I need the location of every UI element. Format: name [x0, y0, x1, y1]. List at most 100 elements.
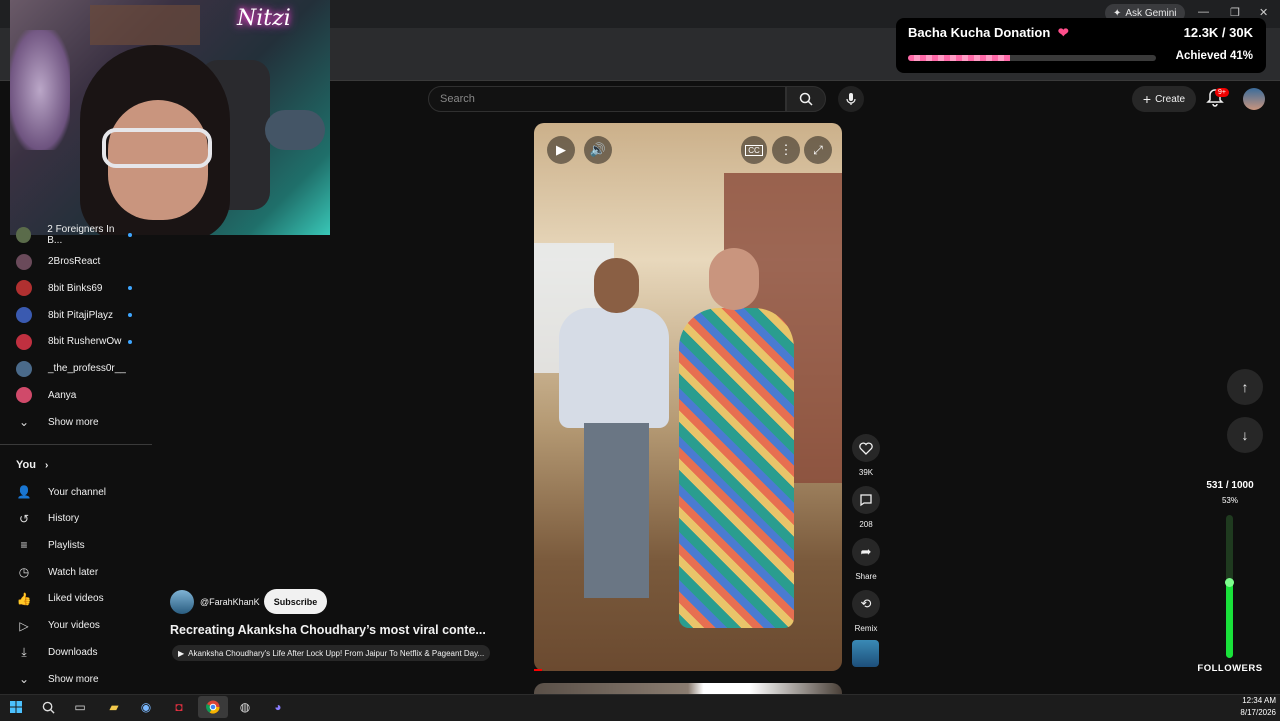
subscription-item[interactable]: 8bit Binks69 [0, 275, 152, 301]
subscription-label: 2 Foreigners In B... [47, 224, 115, 246]
chevron-down-icon: ⌄ [18, 415, 30, 429]
subscription-item[interactable]: Aanya [0, 382, 152, 408]
related-video-link[interactable]: ▶ Akanksha Choudhary's Life After Lock U… [172, 645, 490, 661]
fullscreen-button[interactable]: ⤢ [804, 136, 832, 164]
donation-progress-track [908, 55, 1156, 61]
thumbs-up-icon: 👍 [16, 591, 32, 606]
donation-title-text: Bacha Kucha Donation [908, 25, 1051, 40]
previous-short-button[interactable]: ↑ [1227, 369, 1263, 405]
subscription-item[interactable]: 8bit RusherwOw [0, 329, 152, 355]
gemini-icon: ✦ [1113, 7, 1122, 19]
volume-button[interactable]: 🔊 [584, 136, 612, 164]
like-button[interactable] [852, 434, 880, 462]
new-content-dot [128, 313, 132, 318]
donation-achieved: Achieved 41% [1175, 50, 1253, 62]
search-icon [799, 92, 813, 106]
volume-icon: 🔊 [589, 142, 607, 157]
channel-handle[interactable]: @FarahKhanK [200, 597, 260, 607]
you-item-your-channel[interactable]: 👤 Your channel [0, 479, 152, 505]
comment-count: 208 [859, 520, 873, 529]
ask-gemini-label: Ask Gemini [1125, 7, 1177, 19]
obs-icon[interactable]: ◍ [234, 697, 256, 717]
search-input[interactable]: Search [428, 86, 786, 112]
search-icon[interactable] [37, 697, 59, 717]
file-explorer-icon[interactable]: ▰ [103, 697, 125, 717]
you-item-your-videos[interactable]: ▷ Your videos [0, 613, 152, 639]
you-section-heading[interactable]: You › [16, 459, 48, 471]
short-video-player[interactable] [534, 123, 842, 671]
app-red-icon[interactable]: ◘ [168, 697, 190, 717]
video-progress-bar[interactable] [534, 669, 542, 671]
captions-button[interactable]: CC [741, 136, 767, 164]
next-short-button[interactable]: ↓ [1227, 417, 1263, 453]
subscription-label: 2BrosReact [48, 256, 101, 268]
channel-avatar [16, 307, 32, 324]
channel-avatar[interactable] [170, 590, 194, 614]
video-title: Recreating Akanksha Choudhary’s most vir… [170, 623, 486, 637]
chrome-icon[interactable] [202, 697, 224, 717]
kebab-menu-icon: ⋮ [779, 142, 793, 157]
windows-start-icon[interactable] [5, 697, 27, 717]
channel-avatar [16, 333, 32, 350]
donation-amount: 12.3K / 30K [1183, 25, 1253, 40]
play-icon: ▶ [178, 648, 185, 658]
followers-progress-fill [1226, 582, 1233, 658]
channel-avatar [16, 227, 32, 243]
heart-icon: ❤ [1057, 25, 1069, 40]
subscription-item[interactable]: 8bit PitajiPlayz [0, 302, 152, 328]
you-item-label: History [48, 513, 80, 525]
subscription-item[interactable]: _the_profess0r__ [0, 356, 152, 382]
you-item-label: Your channel [48, 486, 107, 498]
share-button[interactable]: ➦ [852, 538, 880, 566]
you-item-downloads[interactable]: ⤓ Downloads [0, 639, 152, 665]
user-avatar[interactable] [1243, 88, 1265, 110]
share-label: Share [855, 572, 877, 581]
donation-title: Bacha Kucha Donation ❤ [908, 25, 1069, 41]
comment-icon [860, 494, 872, 507]
heart-icon [859, 441, 873, 455]
channel-avatar [16, 360, 32, 377]
you-item-watch-later[interactable]: ◷ Watch later [0, 559, 152, 585]
subscription-label: _the_profess0r__ [48, 363, 126, 374]
create-button[interactable]: + Create [1132, 86, 1196, 112]
show-more-you-button[interactable]: ⌄ Show more [0, 666, 152, 692]
sound-thumbnail[interactable] [852, 640, 879, 667]
video-icon: ▷ [19, 618, 29, 633]
discord-icon[interactable]: ◕ [267, 697, 289, 717]
windows-taskbar [0, 694, 1280, 721]
you-item-liked-videos[interactable]: 👍 Liked videos [0, 586, 152, 612]
you-item-history[interactable]: ↺ History [0, 506, 152, 532]
followers-label: FOLLOWERS [1197, 663, 1263, 674]
expand-icon: ⤢ [813, 142, 823, 157]
subscribe-button[interactable]: Subscribe [264, 589, 327, 614]
remix-button[interactable]: ⟲ [852, 590, 880, 618]
search-button[interactable] [786, 86, 826, 112]
taskbar-date: 8/17/2026 [1240, 708, 1276, 717]
related-video-title: Akanksha Choudhary's Life After Lock Upp… [188, 648, 485, 658]
show-more-label: Show more [48, 416, 99, 428]
minimize-icon[interactable]: — [1198, 6, 1209, 18]
steam-icon[interactable]: ◉ [135, 697, 157, 717]
play-icon: ▶ [556, 142, 566, 157]
you-item-playlists[interactable]: ≡ Playlists [0, 532, 152, 558]
plus-icon: + [1142, 91, 1152, 107]
subscription-item[interactable]: 2 Foreigners In B... [0, 222, 152, 248]
voice-search-button[interactable] [838, 86, 864, 112]
subscription-label: 8bit Binks69 [48, 282, 103, 294]
arrow-up-icon: ↑ [1241, 379, 1249, 395]
microphone-icon [846, 93, 856, 105]
you-item-label: Liked videos [48, 593, 104, 605]
show-more-label: Show more [48, 673, 99, 685]
close-icon[interactable]: ✕ [1259, 6, 1268, 19]
show-more-subscriptions-button[interactable]: ⌄ Show more [0, 409, 152, 435]
comments-button[interactable] [852, 486, 880, 514]
chevron-down-icon: ⌄ [18, 672, 30, 686]
channel-avatar [16, 253, 32, 270]
play-button[interactable]: ▶ [547, 136, 575, 164]
more-options-button[interactable]: ⋮ [772, 136, 800, 164]
create-label: Create [1155, 93, 1186, 105]
subscription-item[interactable]: 2BrosReact [0, 249, 152, 275]
channel-avatar [16, 387, 32, 404]
task-view-icon[interactable]: ▭ [69, 697, 91, 717]
history-icon: ↺ [18, 511, 30, 526]
